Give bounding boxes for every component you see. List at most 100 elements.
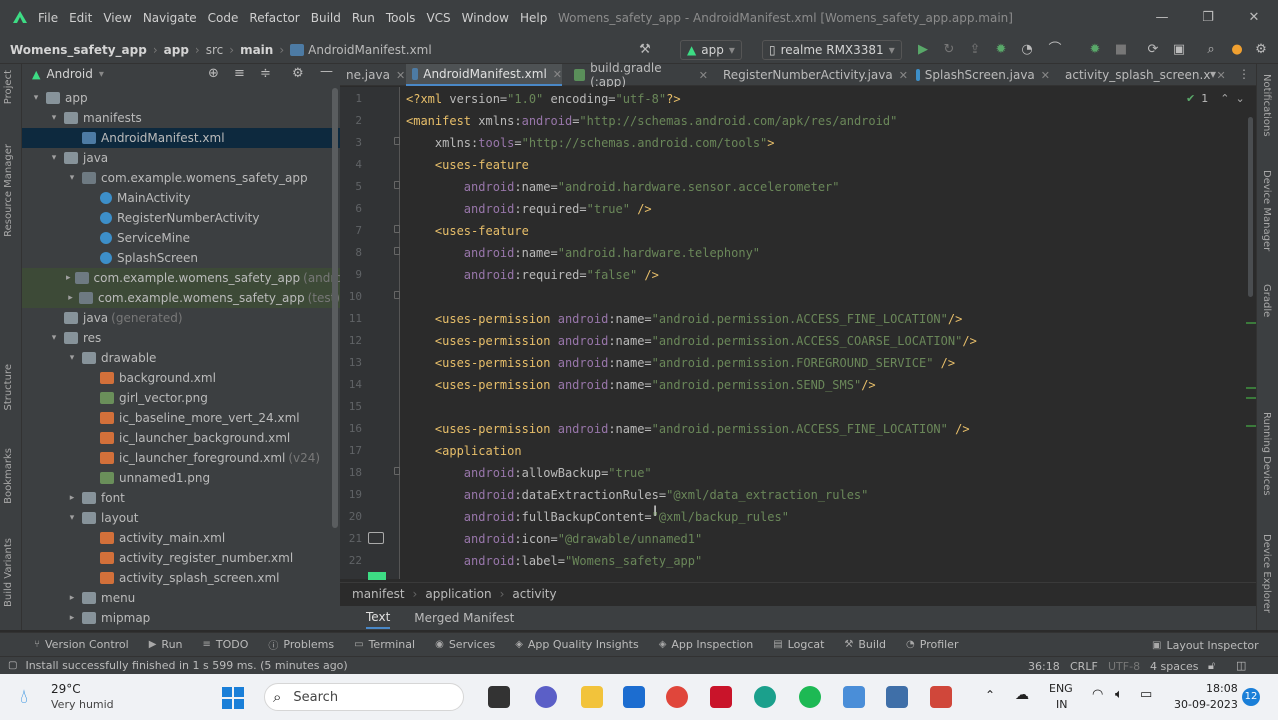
build-variants-tab[interactable]: Build Variants [3, 538, 14, 607]
tool-window-profiler[interactable]: ◔ Profiler [906, 638, 958, 651]
snipping-tool-icon[interactable] [930, 686, 952, 708]
run-config-select[interactable]: ▲ app ▾ [680, 40, 742, 60]
editor-scrollbar[interactable] [1246, 87, 1256, 579]
mcafee-icon[interactable] [710, 686, 732, 708]
tree-item[interactable]: activity_main.xml [22, 528, 340, 548]
notification-badge[interactable]: 12 [1242, 688, 1260, 706]
chevron-right-icon[interactable]: ▸ [66, 493, 78, 503]
store-icon[interactable] [623, 686, 645, 708]
rerun-icon[interactable]: ↻ [940, 41, 958, 59]
menu-code[interactable]: Code [208, 11, 239, 25]
tab-text[interactable]: Text [366, 607, 391, 629]
code-line[interactable]: <uses-permission android:name="android.p… [406, 352, 955, 374]
code-editor[interactable]: I <?xml version="1.0" encoding="utf-8"?>… [401, 87, 1246, 579]
running-devices-tab[interactable]: Running Devices [1261, 412, 1272, 496]
tree-item[interactable]: ▾ manifests [22, 108, 340, 128]
teams-icon[interactable] [535, 686, 557, 708]
menu-edit[interactable]: Edit [69, 11, 92, 25]
attach-debugger-icon[interactable]: ⌒ [1046, 41, 1064, 59]
battery-icon[interactable]: ▭ [1140, 687, 1152, 702]
weather-temp[interactable]: 29°C [51, 682, 81, 696]
chevron-up-icon[interactable]: ⌃ [985, 688, 995, 702]
tree-item[interactable]: background.xml [22, 368, 340, 388]
volume-icon[interactable]: 🔈︎ [1115, 687, 1123, 702]
chrome-icon[interactable] [666, 686, 688, 708]
menu-window[interactable]: Window [462, 11, 509, 25]
fold-marker-icon[interactable] [394, 225, 400, 233]
editor-tab[interactable]: activity_splash_screen.x ✕ [1054, 64, 1226, 86]
code-line[interactable]: <application [406, 440, 522, 462]
code-line[interactable]: android:fullBackupContent="@xml/backup_r… [406, 506, 789, 528]
editor-tab[interactable]: ne.java ✕ [340, 64, 405, 86]
crumb-manifest[interactable]: manifest [352, 587, 405, 601]
mail-icon[interactable] [886, 686, 908, 708]
project-scrollbar[interactable] [332, 88, 338, 528]
breadcrumb-src[interactable]: src [206, 43, 224, 57]
hide-panel-icon[interactable]: — [320, 64, 333, 79]
chevron-down-icon[interactable]: ▾ [48, 153, 60, 163]
code-line[interactable]: android:allowBackup="true" [406, 462, 652, 484]
menu-file[interactable]: File [38, 11, 58, 25]
tree-item[interactable]: ▸ font [22, 488, 340, 508]
breadcrumb-main[interactable]: main [240, 43, 273, 57]
memory-icon[interactable]: ◫ [1236, 659, 1246, 672]
layout-inspector-button[interactable]: ▣ Layout Inspector [1152, 639, 1259, 652]
tab-list-chevron-icon[interactable]: ▾ [1210, 67, 1216, 81]
code-line[interactable]: <uses-permission android:name="android.p… [406, 308, 962, 330]
project-view-select[interactable]: Android [46, 67, 92, 81]
project-tool-tab[interactable]: Project [3, 70, 14, 104]
taskbar-search[interactable]: ⌕ Search [264, 683, 464, 711]
tree-item[interactable]: ▾ app [22, 88, 340, 108]
chevron-right-icon[interactable]: ▸ [66, 273, 71, 283]
tree-item[interactable]: java (generated) [22, 308, 340, 328]
editor-tab[interactable]: RegisterNumberActivity.java ✕ [712, 64, 908, 86]
status-icon[interactable]: ▢ [8, 660, 17, 671]
chevron-down-icon[interactable]: ▾ [99, 69, 104, 80]
breadcrumb-module[interactable]: app [164, 43, 189, 57]
tool-window-terminal[interactable]: ▭ Terminal [354, 638, 415, 651]
tool-window-build[interactable]: ⚒ Build [844, 638, 886, 651]
close-tab-icon[interactable]: ✕ [1041, 69, 1050, 82]
task-view-icon[interactable] [488, 686, 510, 708]
clock-time[interactable]: 18:08 [1206, 682, 1238, 695]
tree-item[interactable]: ic_launcher_foreground.xml (v24) [22, 448, 340, 468]
arrow-down-icon[interactable]: ⌄ [1235, 92, 1244, 105]
translate-icon[interactable] [843, 686, 865, 708]
crumb-application[interactable]: application [425, 587, 491, 601]
tab-merged-manifest[interactable]: Merged Manifest [414, 611, 514, 625]
tree-item[interactable]: ▸com.example.womens_safety_app(androidTe… [22, 268, 382, 288]
tree-item[interactable]: RegisterNumberActivity [22, 208, 340, 228]
resource-manager-tab[interactable]: Resource Manager [3, 144, 14, 237]
expand-all-icon[interactable]: ≡ [234, 66, 245, 81]
device-mirror-icon[interactable]: ▣ [1170, 41, 1188, 59]
inspection-widget[interactable]: ✔ 1 ⌃ ⌄ [1186, 92, 1245, 105]
device-select[interactable]: ▯ realme RMX3381 ▾ [762, 40, 902, 60]
search-icon[interactable]: ⌕ [1202, 41, 1220, 59]
device-manager-tab[interactable]: Device Manager [1261, 170, 1272, 251]
menu-build[interactable]: Build [311, 11, 341, 25]
code-line[interactable]: android:label="Womens_safety_app" [406, 550, 702, 572]
update-icon[interactable]: ● [1228, 41, 1246, 59]
tree-item[interactable]: activity_register_number.xml [22, 548, 340, 568]
breadcrumb-project[interactable]: Womens_safety_app [10, 43, 147, 57]
gradle-tab[interactable]: Gradle [1261, 284, 1272, 317]
run-icon[interactable]: ▶ [914, 41, 932, 59]
editor-tab[interactable]: SplashScreen.java ✕ [910, 64, 1050, 86]
close-tab-icon[interactable]: ✕ [1216, 69, 1225, 82]
tree-item[interactable]: MainActivity [22, 188, 340, 208]
menu-navigate[interactable]: Navigate [143, 11, 197, 25]
image-preview-icon[interactable] [368, 532, 384, 544]
file-encoding[interactable]: UTF-8 [1108, 660, 1140, 673]
settings-icon[interactable]: ⚙ [1252, 41, 1270, 59]
debug-icon[interactable]: ✹ [992, 41, 1010, 59]
tree-item[interactable]: ▸ com.example.womens_safety_app (test) [22, 288, 340, 308]
fold-marker-icon[interactable] [394, 247, 400, 255]
chevron-down-icon[interactable]: ▾ [30, 93, 42, 103]
collapse-all-icon[interactable]: ≑ [260, 66, 271, 81]
tree-item[interactable]: ▾ res [22, 328, 340, 348]
clock-date[interactable]: 30-09-2023 [1174, 698, 1238, 711]
tree-item[interactable]: ic_baseline_more_vert_24.xml [22, 408, 340, 428]
tree-item[interactable]: ▸ menu [22, 588, 340, 608]
chevron-down-icon[interactable]: ▾ [66, 173, 78, 183]
minimize-icon[interactable]: — [1152, 8, 1172, 28]
